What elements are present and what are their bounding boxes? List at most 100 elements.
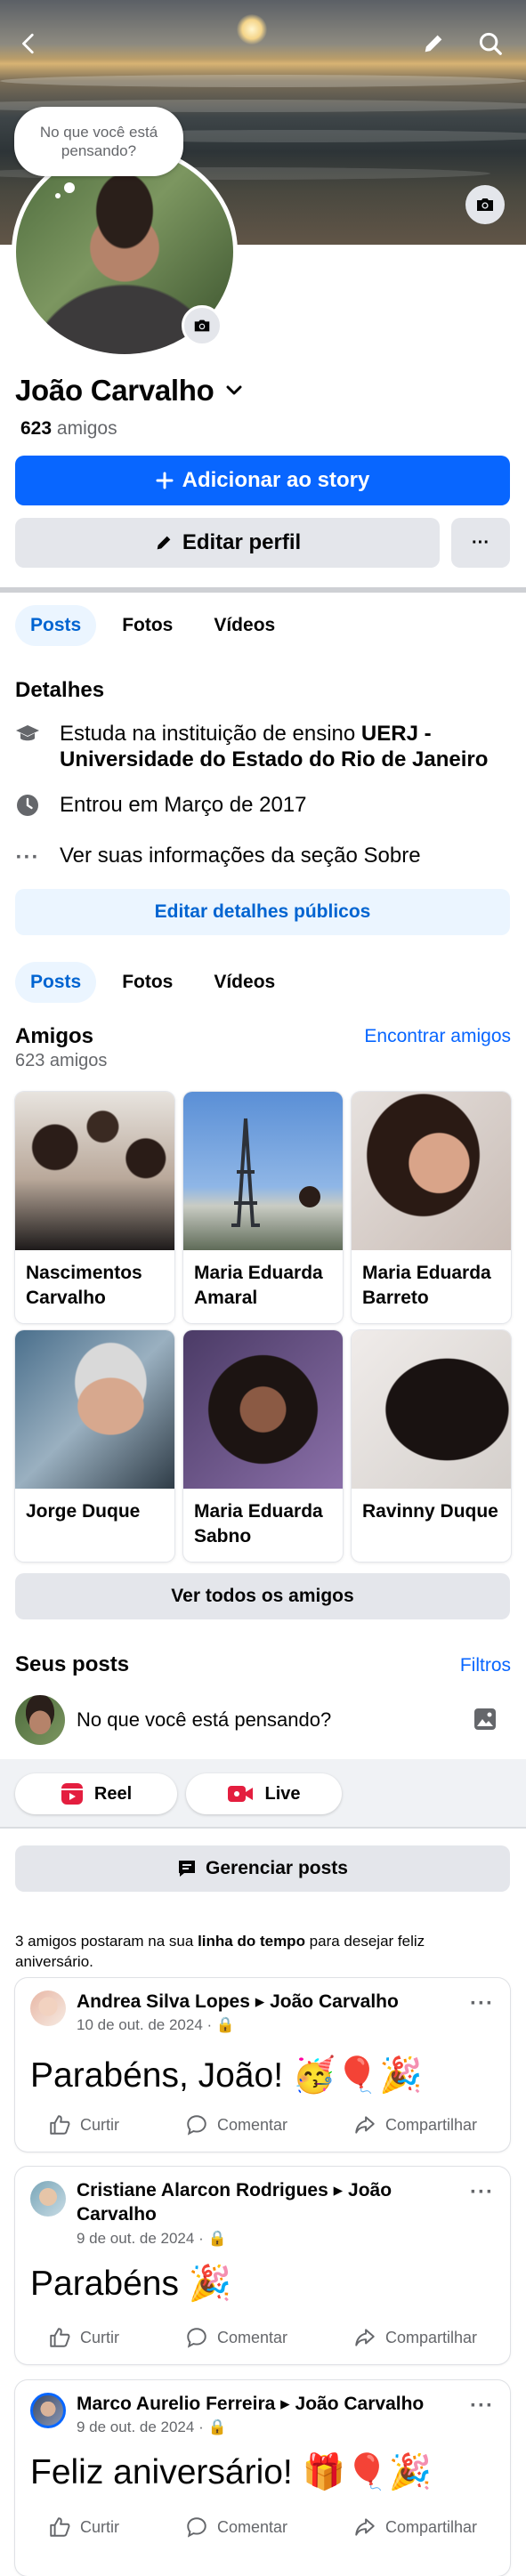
share-icon [355,2518,375,2536]
friend-card[interactable]: Maria Eduarda Sabno [183,1330,343,1562]
post-header[interactable]: Andrea Silva Lopes ▸ João Carvalho [77,1990,457,2014]
avatar-camera-button[interactable] [182,305,223,346]
chevron-down-icon [226,385,242,395]
post-more-button[interactable]: ··· [470,2180,494,2205]
back-arrow-icon [22,33,34,54]
section-divider [0,1827,526,1829]
comment-button[interactable]: Comentar [185,2113,287,2136]
comment-button[interactable]: Comentar [185,2326,287,2349]
bubble-dot [64,182,75,193]
edit-button[interactable] [411,21,456,66]
lock-icon: 🔒 [207,2230,227,2247]
like-button[interactable]: Curtir [48,2113,119,2136]
timeline-notice: 3 amigos postaram na sua linha do tempo … [15,1933,425,1970]
thought-bubble-text: No que você está pensando? [39,124,158,159]
tab-posts[interactable]: Posts [15,605,97,646]
profile-name-text: João Carvalho [15,374,214,407]
post-text: Feliz aniversário! 🎁🎈🎉 [30,2453,433,2491]
post-more-button[interactable]: ··· [470,1991,494,2016]
friend-card[interactable]: Maria Eduarda Barreto [352,1092,511,1323]
detail-education: Estuda na instituição de ensino UERJ - U… [15,721,511,772]
post-header[interactable]: Cristiane Alarcon Rodrigues ▸ João Carva… [77,2178,457,2226]
share-button[interactable]: Compartilhar [353,2113,477,2136]
more-options-button[interactable]: ··· [451,518,510,568]
post-actions: Curtir Comentar Compartilhar [15,2326,510,2349]
live-label: Live [264,1783,301,1804]
friends-title: Amigos [15,1024,94,1048]
manage-posts-label: Gerenciar posts [206,1858,348,1878]
post-target: João Carvalho [270,1991,399,2012]
edit-profile-button[interactable]: Editar perfil [15,518,440,568]
post-date: 9 de out. de 2024 · 🔒 [77,2230,227,2247]
reel-label: Reel [93,1783,133,1804]
friend-card[interactable]: Maria Eduarda Amaral [183,1092,343,1323]
friend-photo [352,1092,511,1250]
reel-icon [61,1783,83,1805]
post-author-avatar[interactable] [30,1991,66,2026]
tab-posts[interactable]: Posts [15,962,97,1003]
tab-photos[interactable]: Fotos [107,962,188,1003]
bubble-dot [55,193,61,198]
composer-input[interactable]: No que você está pensando? [77,1708,331,1732]
post-text: Parabéns, João! 🥳🎈🎉 [30,2056,423,2095]
tab-photos[interactable]: Fotos [107,605,188,646]
post-more-button[interactable]: ··· [470,2394,494,2419]
friend-card[interactable]: Nascimentos Carvalho [15,1092,174,1323]
profile-name[interactable]: João Carvalho [15,374,245,408]
like-icon [50,2115,70,2135]
manage-posts-button[interactable]: Gerenciar posts [15,1845,510,1892]
live-button[interactable]: Live [186,1773,342,1814]
filters-link[interactable]: Filtros [460,1655,511,1676]
plus-icon [156,472,174,489]
cover-camera-button[interactable] [465,185,505,224]
friend-name: Nascimentos Carvalho [26,1263,142,1308]
friends-count-sub: 623 amigos [15,1051,108,1070]
back-button[interactable] [7,21,52,66]
joined-text: Entrou em Março de 2017 [60,793,307,817]
post-author-avatar[interactable] [30,2393,66,2428]
like-icon [50,2328,70,2347]
post-target: João Carvalho [295,2394,425,2414]
comment-icon [187,2517,206,2538]
search-icon [479,32,502,55]
like-button[interactable]: Curtir [48,2515,119,2539]
add-story-button[interactable]: Adicionar ao story [15,456,510,505]
post-actions: Curtir Comentar Compartilhar [15,2515,510,2539]
reel-button[interactable]: Reel [15,1773,177,1814]
like-button[interactable]: Curtir [48,2326,119,2349]
share-button[interactable]: Compartilhar [353,2515,477,2539]
your-posts-title: Seus posts [15,1652,130,1676]
post-author-avatar[interactable] [30,2181,66,2217]
tab-videos[interactable]: Vídeos [198,605,290,646]
friend-card[interactable]: Ravinny Duque [352,1330,511,1562]
friend-name: Ravinny Duque [362,1501,498,1522]
eiffel-tower-illustration [231,1118,320,1227]
pencil-icon [157,536,171,550]
photo-icon[interactable] [473,1707,498,1732]
post-header[interactable]: Marco Aurelio Ferreira ▸ João Carvalho [77,2392,457,2416]
see-all-friends-button[interactable]: Ver todos os amigos [15,1573,510,1619]
friend-card[interactable]: Jorge Duque [15,1330,174,1562]
live-video-icon [228,1786,254,1802]
edit-public-details-button[interactable]: Editar detalhes públicos [15,889,510,935]
add-story-label: Adicionar ao story [182,468,370,492]
search-button[interactable] [468,21,513,66]
find-friends-link[interactable]: Encontrar amigos [364,1026,511,1047]
friend-photo [352,1330,511,1489]
friend-name: Jorge Duque [26,1501,141,1522]
thought-bubble[interactable]: No que você está pensando? [14,107,183,176]
section-divider [0,587,526,593]
composer-avatar[interactable] [15,1695,65,1745]
post-date: 9 de out. de 2024 · 🔒 [77,2419,227,2435]
post-actions: Curtir Comentar Compartilhar [15,2113,510,2136]
tab-videos[interactable]: Vídeos [198,962,290,1003]
comment-button[interactable]: Comentar [185,2515,287,2539]
share-button[interactable]: Compartilhar [353,2326,477,2349]
timeline-post: Cristiane Alarcon Rodrigues ▸ João Carva… [15,2167,510,2364]
friends-count[interactable]: 623 amigos [20,418,117,440]
friend-photo [183,1092,343,1250]
detail-about[interactable]: ··· Ver suas informações da seção Sobre [15,843,511,870]
education-text: Estuda na instituição de ensino UERJ - U… [60,722,489,771]
friend-photo [183,1330,343,1489]
friend-name: Maria Eduarda Barreto [362,1263,491,1308]
